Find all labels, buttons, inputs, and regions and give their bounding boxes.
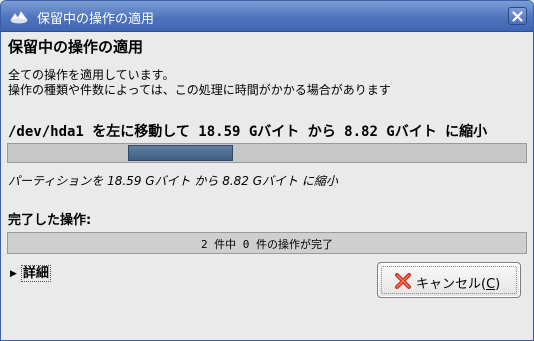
sub-operation: パーティションを 18.59 Gバイト から 8.82 Gバイト に縮小 <box>8 174 338 188</box>
completed-status-text: 2 件中 0 件の操作が完了 <box>200 238 334 251</box>
cancel-label-text: キャンセル( <box>416 277 487 292</box>
expander-arrow-icon: ▶ <box>10 268 17 279</box>
description-line-1: 全ての操作を適用しています。 <box>8 68 175 82</box>
cancel-label-suffix: ) <box>495 277 501 292</box>
app-icon <box>10 8 28 24</box>
progress-pulse-block <box>128 145 233 161</box>
details-label: 詳細 <box>20 265 51 282</box>
cancel-icon <box>394 272 412 294</box>
title-bar[interactable]: 保留中の操作の適用 <box>1 1 533 32</box>
operation-progress-bar <box>7 143 527 163</box>
cancel-mnemonic: C <box>486 277 496 292</box>
description-line-2: 操作の種類や件数によっては、この処理に時間がかかる場合があります <box>8 83 391 97</box>
completed-progress-bar: 2 件中 0 件の操作が完了 <box>7 232 527 254</box>
window-title: 保留中の操作の適用 <box>37 12 155 27</box>
cancel-label: キャンセル(C) <box>416 273 500 292</box>
details-expander[interactable]: ▶ 詳細 <box>10 262 51 282</box>
close-button[interactable] <box>508 7 527 25</box>
cancel-button[interactable]: キャンセル(C) <box>377 262 521 298</box>
close-icon <box>512 11 523 22</box>
completed-operations-label: 完了した操作: <box>8 213 92 228</box>
dialog-window: 保留中の操作の適用 保留中の操作の適用 全ての操作を適用しています。 操作の種類… <box>0 0 534 341</box>
current-operation: /dev/hda1 を左に移動して 18.59 Gバイト から 8.82 Gバイ… <box>8 124 488 140</box>
description: 全ての操作を適用しています。 操作の種類や件数によっては、この処理に時間がかかる… <box>8 68 391 98</box>
dialog-heading: 保留中の操作の適用 <box>8 38 144 56</box>
